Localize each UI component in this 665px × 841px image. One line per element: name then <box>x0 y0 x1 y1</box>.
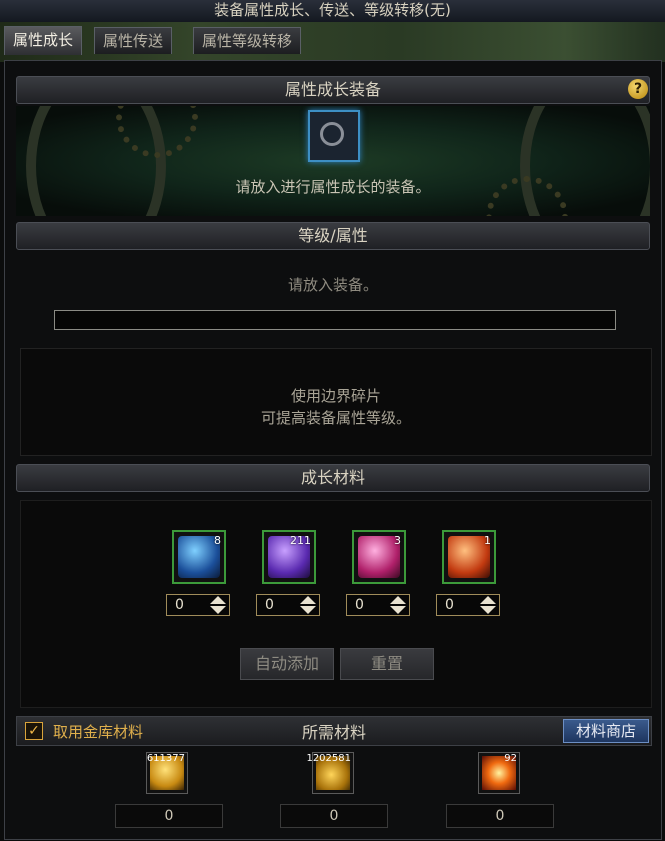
material-slot-4[interactable]: 1 <box>442 530 496 584</box>
required-material-slot-1[interactable]: 611377 <box>146 752 188 794</box>
materials-section-header: 成长材料 <box>16 464 650 492</box>
increment-arrow-icon[interactable] <box>390 596 406 604</box>
required-material-slot-3[interactable]: 92 <box>478 752 520 794</box>
tab-attribute-level-transfer[interactable]: 属性等级转移 <box>193 27 302 54</box>
material-slot-3[interactable]: 3 <box>352 530 406 584</box>
description-line-1: 使用边界碎片 <box>290 387 381 405</box>
quantity-value: 0 <box>175 597 184 613</box>
materials-box <box>20 500 652 708</box>
help-icon[interactable]: ? <box>628 79 648 99</box>
quantity-stepper-1[interactable]: 0 <box>166 594 230 616</box>
material-count: 3 <box>394 534 401 547</box>
quantity-value: 0 <box>355 597 364 613</box>
quantity-value: 0 <box>445 597 454 613</box>
reset-button[interactable]: 重置 <box>340 648 434 680</box>
quantity-value: 0 <box>265 597 274 613</box>
required-amount-3: 0 <box>446 804 554 828</box>
decrement-arrow-icon[interactable] <box>300 606 316 614</box>
level-section-title: 等级/属性 <box>298 226 368 245</box>
required-amount-2: 0 <box>280 804 388 828</box>
increment-arrow-icon[interactable] <box>300 596 316 604</box>
quantity-stepper-3[interactable]: 0 <box>346 594 410 616</box>
materials-section-title: 成长材料 <box>300 468 365 487</box>
quantity-stepper-4[interactable]: 0 <box>436 594 500 616</box>
equip-section-title: 属性成长装备 <box>284 80 381 99</box>
required-materials-title: 所需材料 <box>301 723 366 742</box>
required-materials-bar: ✓ 取用金库材料 所需材料 材料商店 <box>16 716 652 746</box>
increment-arrow-icon[interactable] <box>210 596 226 604</box>
equipment-slot[interactable] <box>308 110 360 162</box>
description-line-2: 可提高装备属性等级。 <box>260 409 411 427</box>
level-status: 请放入装备。 <box>287 276 378 294</box>
material-count: 1 <box>484 534 491 547</box>
material-shop-button[interactable]: 材料商店 <box>563 719 649 743</box>
level-section-header: 等级/属性 <box>16 222 650 250</box>
equip-section-header: 属性成长装备 <box>16 76 650 104</box>
material-slot-2[interactable]: 211 <box>262 530 316 584</box>
level-progress-bar <box>54 310 616 330</box>
material-count: 211 <box>290 534 311 547</box>
required-amount-1: 0 <box>115 804 223 828</box>
auto-add-button[interactable]: 自动添加 <box>240 648 334 680</box>
tab-attribute-growth[interactable]: 属性成长 <box>4 26 83 55</box>
required-material-count: 611377 <box>146 753 185 764</box>
equip-hint: 请放入进行属性成长的装备。 <box>235 178 431 196</box>
material-slot-1[interactable]: 8 <box>172 530 226 584</box>
decrement-arrow-icon[interactable] <box>480 606 496 614</box>
material-count: 8 <box>214 534 221 547</box>
decrement-arrow-icon[interactable] <box>390 606 406 614</box>
required-material-slot-2[interactable]: 1202581 <box>306 752 354 794</box>
quantity-stepper-2[interactable]: 0 <box>256 594 320 616</box>
description-box: 使用边界碎片 可提高装备属性等级。 <box>20 348 652 456</box>
required-material-count: 92 <box>504 753 517 764</box>
decrement-arrow-icon[interactable] <box>210 606 226 614</box>
equip-drop-area[interactable]: 请放入进行属性成长的装备。 <box>16 106 650 216</box>
required-material-count: 1202581 <box>306 753 351 764</box>
tab-attribute-transfer[interactable]: 属性传送 <box>94 27 173 54</box>
window-title: 装备属性成长、传送、等级转移(无) <box>0 0 665 23</box>
increment-arrow-icon[interactable] <box>480 596 496 604</box>
empty-slot-icon <box>320 122 344 146</box>
